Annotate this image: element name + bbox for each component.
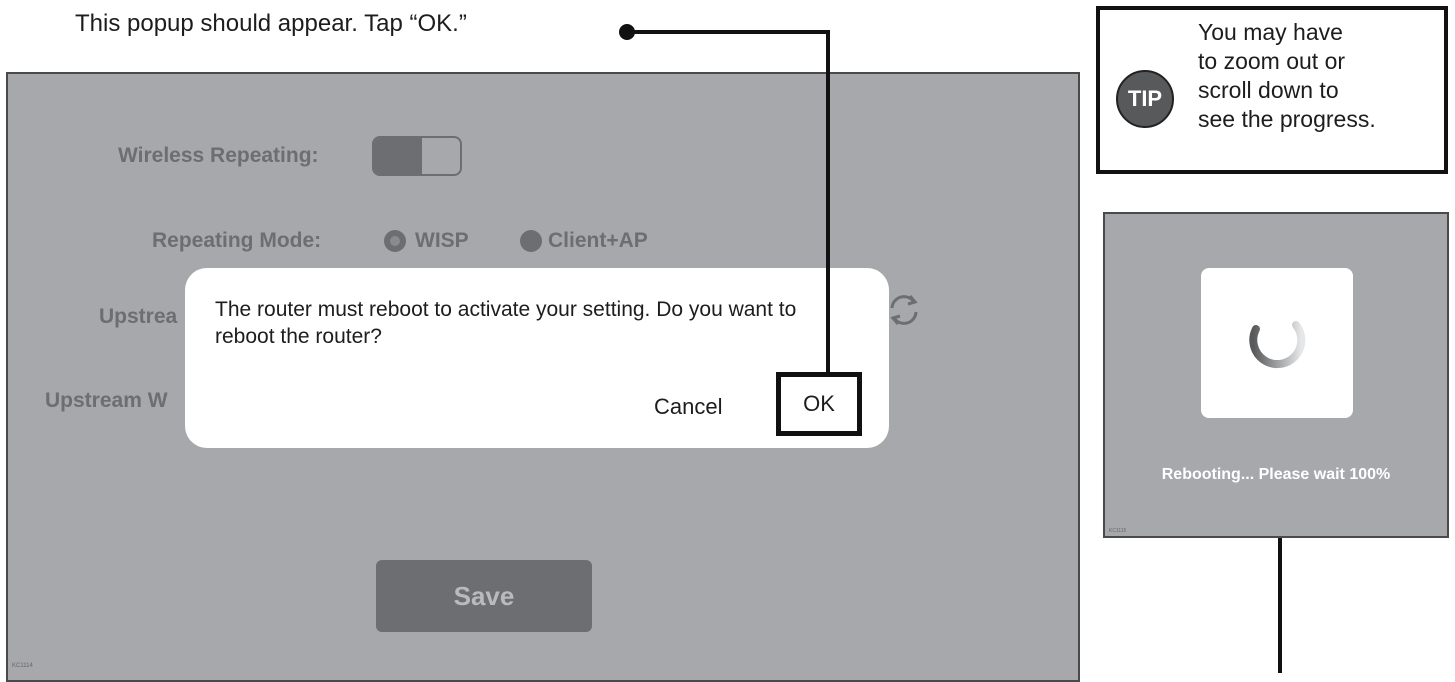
tip-line: You may have: [1198, 19, 1343, 45]
wireless-repeating-toggle[interactable]: [372, 136, 462, 176]
callout-line-horizontal: [627, 30, 830, 34]
tip-text: You may have to zoom out or scroll down …: [1198, 18, 1376, 134]
radio-dot: [390, 236, 400, 246]
tip-badge: TIP: [1116, 70, 1174, 128]
radio-wisp[interactable]: [384, 230, 406, 252]
save-button[interactable]: Save: [376, 560, 592, 632]
wireless-repeating-label: Wireless Repeating:: [118, 144, 319, 167]
dialog-message: The router must reboot to activate your …: [215, 298, 797, 348]
figure-code: KC1115: [1109, 528, 1127, 534]
callout-line-vertical: [826, 30, 830, 374]
ok-button[interactable]: OK: [776, 372, 862, 436]
reboot-status-text: Rebooting... Please wait 100%: [1161, 466, 1391, 483]
callout-line-progress: [1278, 536, 1282, 673]
upstream-wifi-label: Upstream W: [45, 389, 168, 412]
upstream-label: Upstrea: [99, 305, 178, 328]
spinner-card: [1201, 268, 1353, 418]
repeating-mode-label: Repeating Mode:: [152, 229, 322, 252]
rebooting-screen: Rebooting... Please wait 100% KC1115: [1103, 212, 1449, 538]
tip-line: see the progress.: [1198, 106, 1376, 132]
toggle-fill: [374, 138, 420, 174]
radio-client-ap[interactable]: [520, 230, 542, 252]
figure-code: KC1114: [12, 663, 33, 669]
loading-spinner-icon: [1249, 321, 1306, 368]
tip-line: scroll down to: [1198, 77, 1339, 103]
instruction-caption: This popup should appear. Tap “OK.”: [75, 10, 467, 37]
refresh-icon[interactable]: [884, 290, 924, 330]
reboot-confirm-dialog: The router must reboot to activate your …: [185, 268, 889, 448]
radio-wisp-label: WISP: [415, 229, 469, 252]
tip-box: TIP You may have to zoom out or scroll d…: [1096, 6, 1448, 174]
radio-client-ap-label: Client+AP: [548, 229, 648, 252]
toggle-divider: [420, 138, 422, 174]
cancel-button[interactable]: Cancel: [654, 394, 722, 420]
tip-line: to zoom out or: [1198, 48, 1346, 74]
